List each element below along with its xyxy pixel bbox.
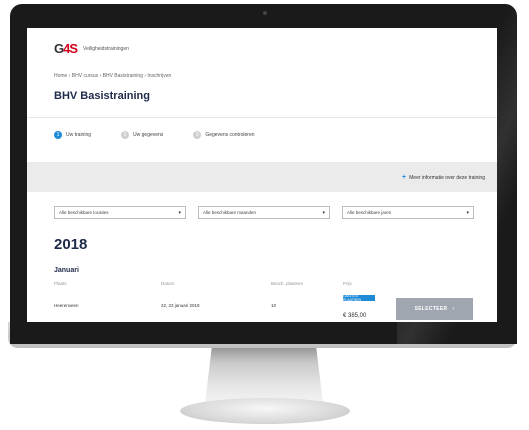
step-gegevens-controleren[interactable]: 3 Gegevens controleren — [193, 131, 255, 139]
logo[interactable]: G4S Veiligheidstrainingen — [54, 41, 129, 56]
monitor-stand-base — [180, 398, 350, 424]
chevron-down-icon: ▾ — [466, 209, 469, 216]
chevron-down-icon: ▾ — [178, 209, 181, 216]
column-header-seats: Besch. plaatsen — [271, 281, 304, 286]
monitor-stand-neck — [205, 345, 323, 403]
logo-text: Veiligheidstrainingen — [83, 45, 129, 52]
month-select[interactable]: Alle beschikbare maanden ▾ — [198, 206, 330, 219]
cell-seats: 10 — [271, 303, 277, 308]
step-label: Gegevens controleren — [205, 132, 255, 138]
select-button[interactable]: SELECTEER › — [396, 298, 473, 320]
column-header-place: Plaats — [54, 281, 67, 286]
location-select-value: Alle beschikbare locaties — [59, 210, 109, 215]
filter-bar: Alle beschikbare locaties ▾ Alle beschik… — [54, 206, 474, 219]
divider — [27, 117, 497, 118]
more-info-link[interactable]: + Meer informatie over deze training — [402, 174, 485, 181]
step-number-icon: 2 — [121, 131, 130, 139]
select-button-label: SELECTEER — [414, 306, 448, 312]
more-info-label: Meer informatie over deze training — [409, 174, 485, 181]
column-header-price: Prijs — [343, 281, 352, 286]
cell-place: Heerenveen — [54, 303, 79, 308]
year-select[interactable]: Alle beschikbare jaren ▾ — [342, 206, 474, 219]
page-title: BHV Basistraining — [54, 90, 150, 102]
status-badge: LAATSTE PLAATSEN — [343, 294, 375, 302]
plus-icon: + — [402, 174, 407, 181]
monitor-screen: G4S Veiligheidstrainingen Home › BHV cur… — [27, 28, 497, 322]
chevron-right-icon: › — [452, 306, 455, 312]
breadcrumb[interactable]: Home › BHV cursus › BHV Basistraining › … — [54, 73, 171, 79]
g4s-logo-icon: G4S — [54, 41, 78, 56]
step-uw-training[interactable]: 1 Uw training — [54, 131, 91, 139]
month-heading: Januari — [54, 267, 79, 274]
step-number-icon: 3 — [193, 131, 202, 139]
step-uw-gegevens[interactable]: 2 Uw gegevens — [121, 131, 163, 139]
step-indicator: 1 Uw training 2 Uw gegevens 3 Gegevens c… — [54, 131, 285, 139]
year-heading: 2018 — [54, 236, 88, 253]
location-select[interactable]: Alle beschikbare locaties ▾ — [54, 206, 186, 219]
cell-price: € 385,00 — [343, 313, 367, 319]
step-label: Uw training — [66, 132, 92, 138]
cell-date: 22, 23 januari 2018 — [161, 303, 200, 308]
column-header-date: Datum — [161, 281, 175, 286]
year-select-value: Alle beschikbare jaren — [347, 210, 392, 215]
month-select-value: Alle beschikbare maanden — [203, 210, 257, 215]
step-number-icon: 1 — [54, 131, 62, 139]
step-label: Uw gegevens — [133, 132, 164, 138]
camera-icon — [263, 11, 267, 15]
chevron-down-icon: ▾ — [322, 209, 325, 216]
